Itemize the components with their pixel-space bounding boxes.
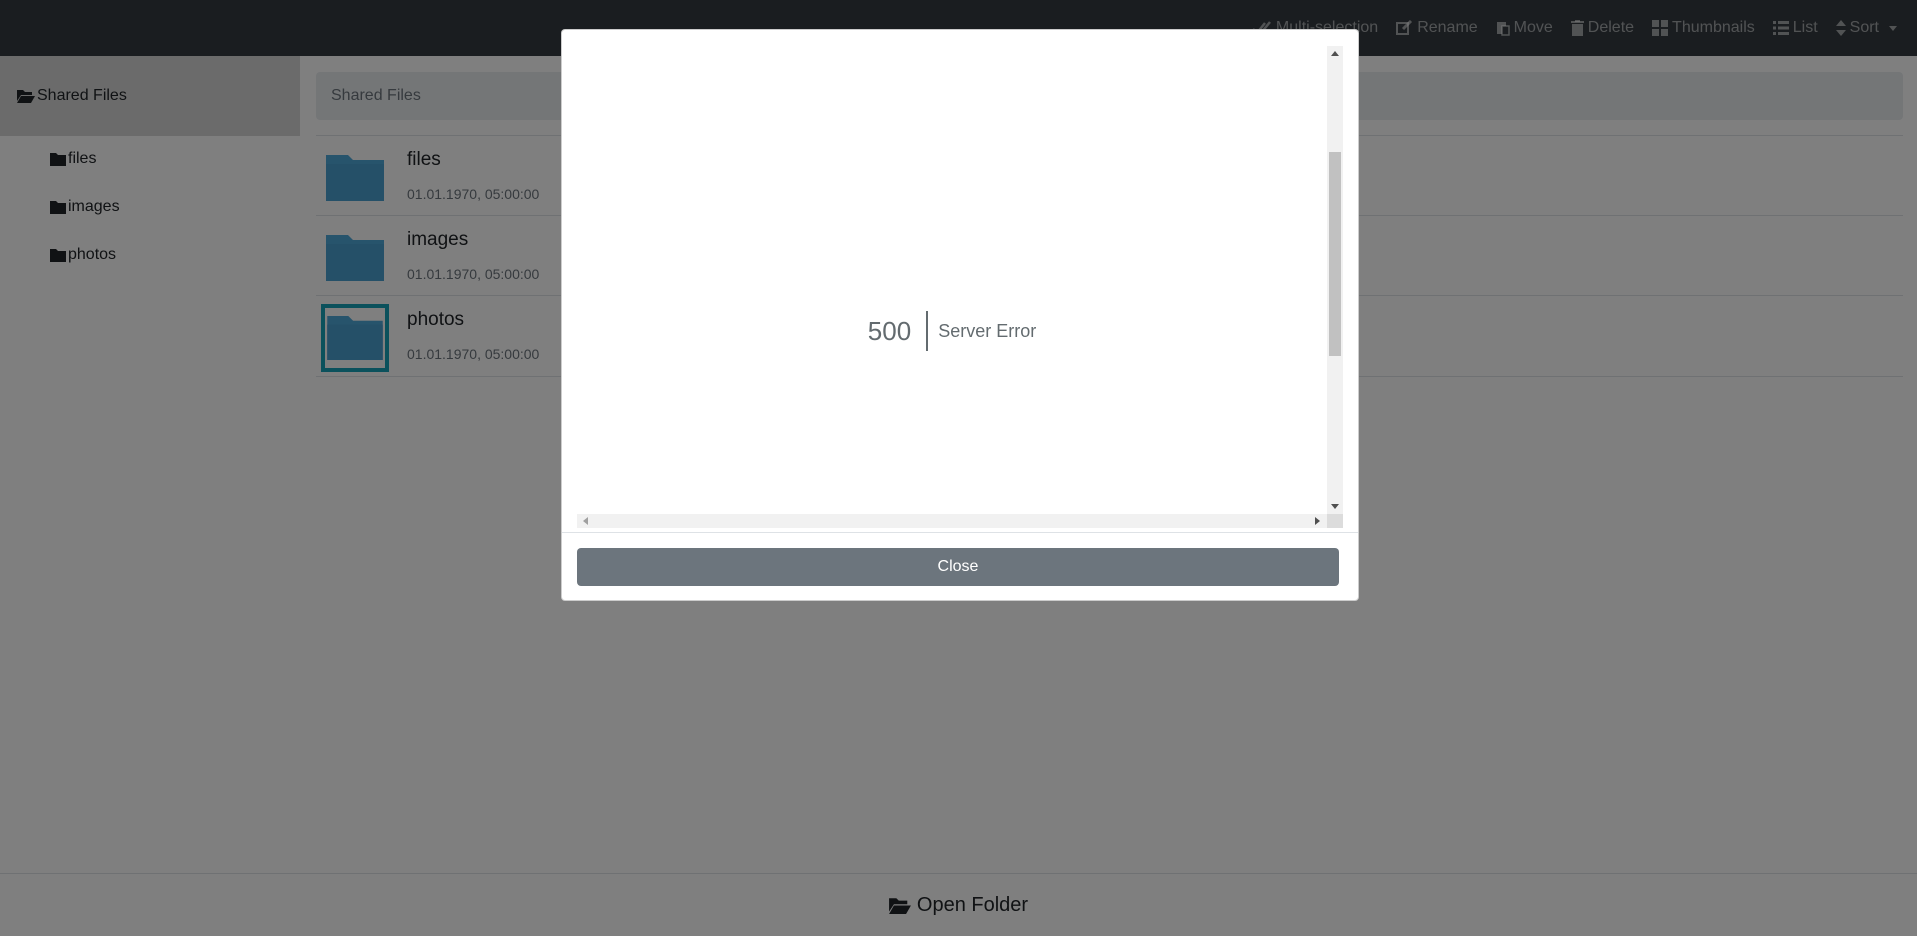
vertical-scrollbar-thumb[interactable] [1329,152,1341,356]
error-message-box: 500 Server Error [577,311,1327,351]
scroll-down-arrow-icon[interactable] [1331,504,1339,509]
error-modal: 500 Server Error Close [561,29,1359,601]
scroll-left-arrow-icon[interactable] [583,517,588,525]
close-button[interactable]: Close [577,548,1339,586]
modal-iframe: 500 Server Error [577,46,1343,528]
error-code: 500 [867,315,912,346]
horizontal-scrollbar[interactable] [577,514,1327,528]
modal-footer-divider [562,532,1358,533]
iframe-viewport: 500 Server Error [577,46,1327,514]
error-text: Server Error [938,320,1037,341]
scrollbar-corner [1327,514,1343,528]
scroll-up-arrow-icon[interactable] [1331,51,1339,56]
vertical-scrollbar[interactable] [1327,46,1343,514]
scroll-right-arrow-icon[interactable] [1315,517,1320,525]
